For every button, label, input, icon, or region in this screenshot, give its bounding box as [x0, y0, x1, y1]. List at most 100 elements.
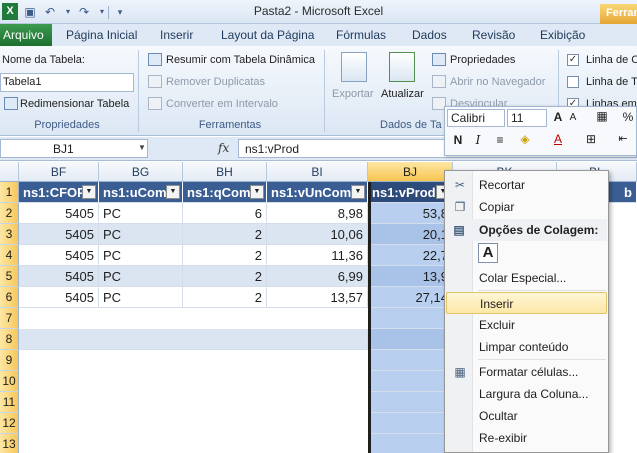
row-header[interactable]: 3: [0, 224, 19, 245]
column-header[interactable]: BH: [183, 162, 267, 182]
pivot-table-icon[interactable]: [148, 53, 162, 66]
percent-icon[interactable]: %: [621, 110, 635, 124]
table-cell[interactable]: 8,98: [267, 203, 368, 224]
table-cell-selected[interactable]: 53,8: [368, 203, 453, 224]
resize-table-icon[interactable]: [4, 97, 18, 110]
row-header[interactable]: 1: [0, 182, 19, 203]
empty-cell-selected[interactable]: [368, 350, 453, 371]
open-in-browser-button[interactable]: Abrir no Navegador: [450, 76, 545, 88]
column-header[interactable]: BI: [267, 162, 368, 182]
table-cell[interactable]: 11,36: [267, 245, 368, 266]
properties-button[interactable]: Propriedades: [450, 54, 515, 66]
table-cell[interactable]: PC: [99, 287, 183, 308]
table-cell[interactable]: 5405: [19, 245, 99, 266]
fill-color-icon[interactable]: ◈: [517, 132, 533, 146]
font-name-select[interactable]: Calibri: [447, 109, 505, 127]
convert-range-icon[interactable]: [148, 97, 162, 110]
empty-cell-selected[interactable]: [368, 392, 453, 413]
table-cell[interactable]: 10,06: [267, 224, 368, 245]
table-cell[interactable]: 13,57: [267, 287, 368, 308]
insert-function-icon[interactable]: fx: [218, 141, 229, 155]
table-header-cell-selected[interactable]: ns1:vProd ▼: [368, 182, 453, 203]
table-cell[interactable]: 2: [183, 266, 267, 287]
table-cell[interactable]: PC: [99, 203, 183, 224]
row-header[interactable]: 5: [0, 266, 19, 287]
table-cell[interactable]: PC: [99, 224, 183, 245]
name-box-dropdown-icon[interactable]: ▼: [138, 143, 146, 152]
menu-item-colar-especial[interactable]: Colar Especial...: [446, 267, 607, 289]
refresh-icon[interactable]: [389, 52, 415, 82]
tab-pagina-inicial[interactable]: Página Inicial: [66, 28, 137, 42]
row-header[interactable]: 11: [0, 392, 19, 413]
column-header[interactable]: BF: [19, 162, 99, 182]
empty-cell-selected[interactable]: [368, 413, 453, 434]
table-cell[interactable]: 5405: [19, 203, 99, 224]
row-header[interactable]: 6: [0, 287, 19, 308]
table-cell[interactable]: PC: [99, 266, 183, 287]
menu-item-recortar[interactable]: ✂ Recortar: [446, 174, 607, 196]
row-header[interactable]: 4: [0, 245, 19, 266]
empty-cell-selected[interactable]: [368, 308, 453, 329]
remove-duplicates-button[interactable]: Remover Duplicatas: [166, 76, 265, 88]
table-cell[interactable]: 2: [183, 287, 267, 308]
bold-button[interactable]: N: [451, 133, 465, 147]
tab-revisao[interactable]: Revisão: [472, 28, 515, 42]
table-cell[interactable]: 5405: [19, 266, 99, 287]
paste-values-button[interactable]: A: [478, 243, 498, 263]
number-format-icon[interactable]: ▦: [593, 109, 611, 123]
decrease-font-icon[interactable]: A: [567, 112, 579, 123]
properties-icon[interactable]: [432, 53, 446, 66]
row-header[interactable]: 8: [0, 329, 19, 350]
menu-item-copiar[interactable]: ❐ Copiar: [446, 196, 607, 218]
menu-item-ocultar[interactable]: Ocultar: [446, 405, 607, 427]
font-color-icon[interactable]: A: [551, 132, 565, 146]
tab-inserir[interactable]: Inserir: [160, 28, 193, 42]
table-cell[interactable]: 5405: [19, 224, 99, 245]
name-box[interactable]: BJ1: [0, 139, 148, 158]
menu-item-formatar-celulas[interactable]: ▦ Formatar células...: [446, 361, 607, 383]
filter-dropdown-icon[interactable]: ▼: [351, 185, 365, 199]
row-header[interactable]: 2: [0, 203, 19, 224]
table-header-cell[interactable]: ns1:CFOP ▼: [19, 182, 99, 203]
table-cell[interactable]: 2: [183, 245, 267, 266]
filter-dropdown-icon[interactable]: ▼: [166, 185, 180, 199]
table-cell[interactable]: PC: [99, 245, 183, 266]
table-cell-selected[interactable]: 20,1: [368, 224, 453, 245]
row-header[interactable]: 7: [0, 308, 19, 329]
table-cell-selected[interactable]: 13,9: [368, 266, 453, 287]
refresh-button[interactable]: Atualizar: [381, 88, 424, 100]
export-button[interactable]: Exportar: [332, 88, 374, 100]
tab-exibicao[interactable]: Exibição: [540, 28, 585, 42]
table-header-cell[interactable]: ns1:vUnCom ▼: [267, 182, 368, 203]
column-header-selected[interactable]: BJ: [368, 162, 453, 182]
menu-item-inserir[interactable]: Inserir: [446, 292, 607, 314]
table-cell-selected[interactable]: 22,7: [368, 245, 453, 266]
resize-table-button[interactable]: Redimensionar Tabela: [20, 98, 129, 110]
table-cell[interactable]: 6,99: [267, 266, 368, 287]
empty-cell-selected[interactable]: [368, 371, 453, 392]
tab-formulas[interactable]: Fórmulas: [336, 28, 386, 42]
table-cell[interactable]: 6: [183, 203, 267, 224]
empty-cell-selected[interactable]: [368, 434, 453, 453]
export-icon[interactable]: [341, 52, 367, 82]
table-cell[interactable]: 5405: [19, 287, 99, 308]
row-header[interactable]: 10: [0, 371, 19, 392]
convert-to-range-button[interactable]: Converter em Intervalo: [166, 98, 278, 110]
menu-item-limpar-conteudo[interactable]: Limpar conteúdo: [446, 336, 607, 358]
table-header-cell[interactable]: ns1:uCom ▼: [99, 182, 183, 203]
center-align-icon[interactable]: ≡: [493, 133, 507, 147]
filter-dropdown-icon[interactable]: ▼: [250, 185, 264, 199]
header-row-checkbox[interactable]: ✓: [567, 54, 579, 66]
menu-item-largura-coluna[interactable]: Largura da Coluna...: [446, 383, 607, 405]
row-header[interactable]: 13: [0, 434, 19, 453]
empty-cell-selected[interactable]: [368, 329, 453, 350]
tab-arquivo[interactable]: Arquivo: [0, 24, 52, 46]
increase-font-icon[interactable]: A: [551, 110, 565, 124]
font-size-select[interactable]: 11: [507, 109, 547, 127]
italic-button[interactable]: I: [471, 133, 485, 147]
menu-item-reexibir[interactable]: Re-exibir: [446, 427, 607, 449]
borders-icon[interactable]: ⊞: [583, 132, 599, 146]
empty-band-row[interactable]: [19, 329, 368, 350]
table-cell-selected[interactable]: 27,14: [368, 287, 453, 308]
remove-duplicates-icon[interactable]: [148, 75, 162, 88]
